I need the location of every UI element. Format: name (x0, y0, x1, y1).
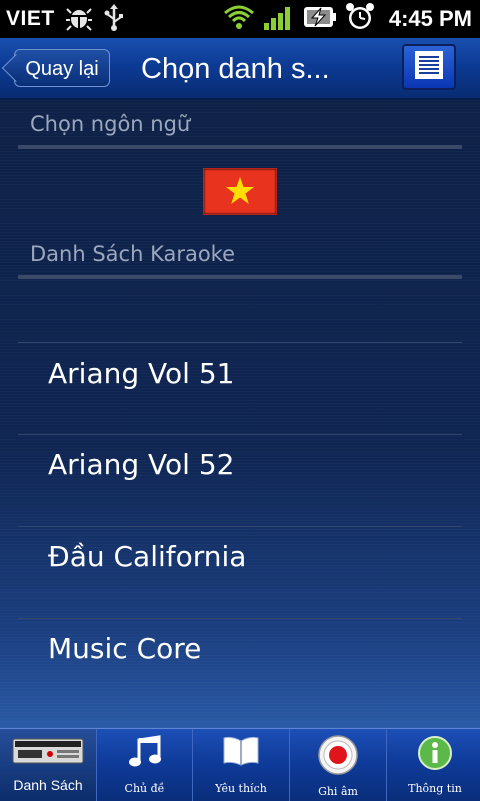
content-area: Chọn ngôn ngữ Danh Sách Karaoke Ariang V… (0, 100, 480, 728)
karaoke-section-header: Danh Sách Karaoke (30, 242, 236, 266)
tab-label: Ghi âm (318, 785, 358, 798)
tab-ghi-am[interactable]: Ghi âm (290, 729, 387, 801)
divider (18, 145, 462, 149)
language-section-header: Chọn ngôn ngữ (30, 112, 191, 136)
list-item-label: Ariang Vol 51 (48, 357, 235, 390)
vietnam-flag-icon[interactable] (203, 168, 277, 215)
bottom-tab-bar: Danh Sách Chủ đề Yêu thích Ghi âm Thông … (0, 728, 480, 801)
back-button[interactable]: Quay lại (14, 49, 110, 87)
tab-chu-de[interactable]: Chủ đề (97, 729, 193, 801)
tab-danh-sach[interactable]: Danh Sách (0, 729, 97, 801)
list-item[interactable]: Music Core (0, 604, 480, 694)
list-icon (414, 50, 444, 84)
signal-icon (263, 3, 295, 35)
divider (18, 275, 462, 279)
debug-icon (65, 3, 93, 35)
page-title: Chọn danh s... (141, 53, 330, 85)
list-item[interactable]: Ariang Vol 51 (0, 329, 480, 419)
battery-charging-icon (303, 4, 337, 34)
clock: 4:45 PM (388, 6, 472, 31)
tab-label: Thông tin (408, 782, 462, 795)
carrier-label: VIET (6, 7, 55, 30)
list-item-label: Music Core (48, 632, 202, 665)
alarm-icon (345, 2, 375, 36)
menu-button[interactable] (402, 44, 456, 90)
status-bar: VIET 4:45 PM (0, 0, 480, 38)
wifi-icon (223, 3, 255, 35)
tab-thong-tin[interactable]: Thông tin (387, 729, 480, 801)
usb-icon (103, 3, 125, 35)
list-item[interactable]: Đầu California (0, 512, 480, 602)
list-item-label: Ariang Vol 52 (48, 448, 235, 481)
karaoke-player-icon (12, 735, 84, 769)
music-note-icon (127, 735, 163, 773)
info-icon (417, 735, 453, 775)
title-bar: Quay lại Chọn danh s... (0, 38, 480, 100)
list-item[interactable]: Ariang Vol 52 (0, 420, 480, 510)
record-icon (318, 735, 358, 779)
tab-yeu-thich[interactable]: Yêu thích (193, 729, 290, 801)
tab-label: Yêu thích (215, 782, 267, 795)
book-icon (222, 735, 260, 771)
tab-label: Chủ đề (124, 782, 165, 795)
back-button-label: Quay lại (25, 58, 99, 80)
tab-label: Danh Sách (13, 777, 83, 793)
list-item-label: Đầu California (48, 540, 247, 573)
